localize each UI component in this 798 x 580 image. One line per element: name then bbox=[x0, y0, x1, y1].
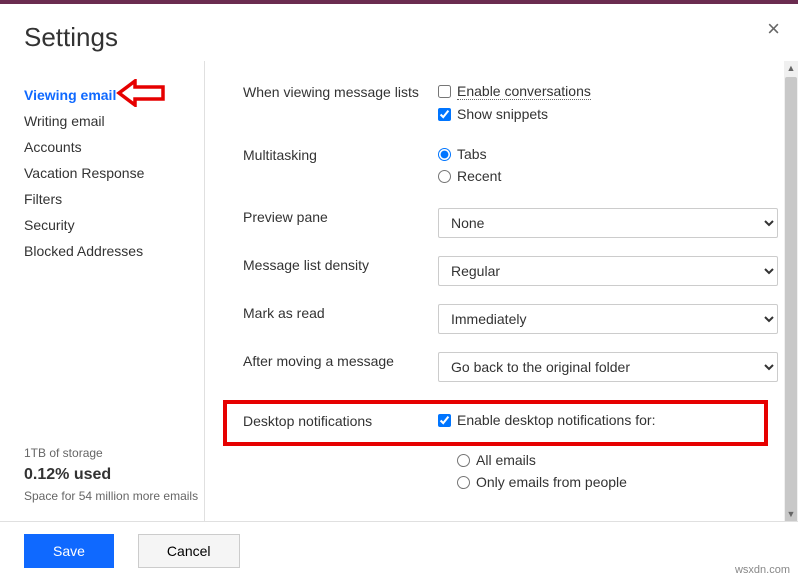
multitasking-tabs-radio[interactable] bbox=[438, 148, 451, 161]
watermark: wsxdn.com bbox=[735, 564, 790, 576]
cancel-button[interactable]: Cancel bbox=[138, 534, 240, 568]
enable-desktop-notifications-checkbox[interactable] bbox=[438, 414, 451, 427]
mark-as-read-select[interactable]: Immediately bbox=[438, 304, 778, 334]
scroll-down-icon[interactable]: ▼ bbox=[784, 507, 798, 521]
close-button[interactable]: × bbox=[767, 18, 780, 40]
multitasking-recent-label: Recent bbox=[457, 168, 501, 184]
sidebar-item-security[interactable]: Security bbox=[24, 213, 204, 237]
show-snippets-checkbox[interactable] bbox=[438, 108, 451, 121]
sidebar: Viewing email Writing email Accounts Vac… bbox=[0, 61, 204, 521]
after-moving-select[interactable]: Go back to the original folder bbox=[438, 352, 778, 382]
annotation-arrow-icon bbox=[115, 79, 165, 107]
label-desktop-notifications: Desktop notifications bbox=[243, 412, 438, 429]
sidebar-item-vacation-response[interactable]: Vacation Response bbox=[24, 161, 204, 185]
notif-people-radio[interactable] bbox=[457, 476, 470, 489]
sidebar-item-viewing-email[interactable]: Viewing email bbox=[24, 83, 204, 107]
sidebar-item-writing-email[interactable]: Writing email bbox=[24, 109, 204, 133]
preview-pane-select[interactable]: None bbox=[438, 208, 778, 238]
enable-conversations-label[interactable]: Enable conversations bbox=[457, 83, 591, 100]
close-icon: × bbox=[767, 16, 780, 41]
label-after-moving: After moving a message bbox=[243, 352, 438, 369]
annotation-highlight-box: Desktop notifications Enable desktop not… bbox=[223, 400, 768, 446]
label-preview-pane: Preview pane bbox=[243, 208, 438, 225]
enable-desktop-notifications-label: Enable desktop notifications for: bbox=[457, 412, 655, 428]
scroll-up-icon[interactable]: ▲ bbox=[784, 61, 798, 75]
multitasking-tabs-label: Tabs bbox=[457, 146, 487, 162]
notif-all-emails-label: All emails bbox=[476, 452, 536, 468]
label-message-lists: When viewing message lists bbox=[243, 83, 438, 100]
enable-conversations-checkbox[interactable] bbox=[438, 85, 451, 98]
multitasking-recent-radio[interactable] bbox=[438, 170, 451, 183]
show-snippets-label: Show snippets bbox=[457, 106, 548, 122]
label-message-list-density: Message list density bbox=[243, 256, 438, 273]
label-multitasking: Multitasking bbox=[243, 146, 438, 163]
storage-remaining: Space for 54 million more emails bbox=[24, 488, 198, 505]
dialog-footer: Save Cancel bbox=[0, 521, 798, 580]
storage-total: 1TB of storage bbox=[24, 445, 198, 462]
settings-panel: When viewing message lists Enable conver… bbox=[204, 61, 798, 521]
notif-people-label: Only emails from people bbox=[476, 474, 627, 490]
sidebar-item-filters[interactable]: Filters bbox=[24, 187, 204, 211]
label-mark-as-read: Mark as read bbox=[243, 304, 438, 321]
dialog-title: Settings bbox=[0, 4, 798, 61]
scroll-thumb[interactable] bbox=[785, 77, 797, 521]
save-button[interactable]: Save bbox=[24, 534, 114, 568]
notif-all-emails-radio[interactable] bbox=[457, 454, 470, 467]
sidebar-item-accounts[interactable]: Accounts bbox=[24, 135, 204, 159]
storage-info: 1TB of storage 0.12% used Space for 54 m… bbox=[24, 445, 198, 505]
sidebar-item-blocked-addresses[interactable]: Blocked Addresses bbox=[24, 239, 204, 263]
storage-percent: 0.12% used bbox=[24, 464, 198, 486]
message-list-density-select[interactable]: Regular bbox=[438, 256, 778, 286]
scrollbar[interactable]: ▲ ▼ bbox=[784, 61, 798, 521]
